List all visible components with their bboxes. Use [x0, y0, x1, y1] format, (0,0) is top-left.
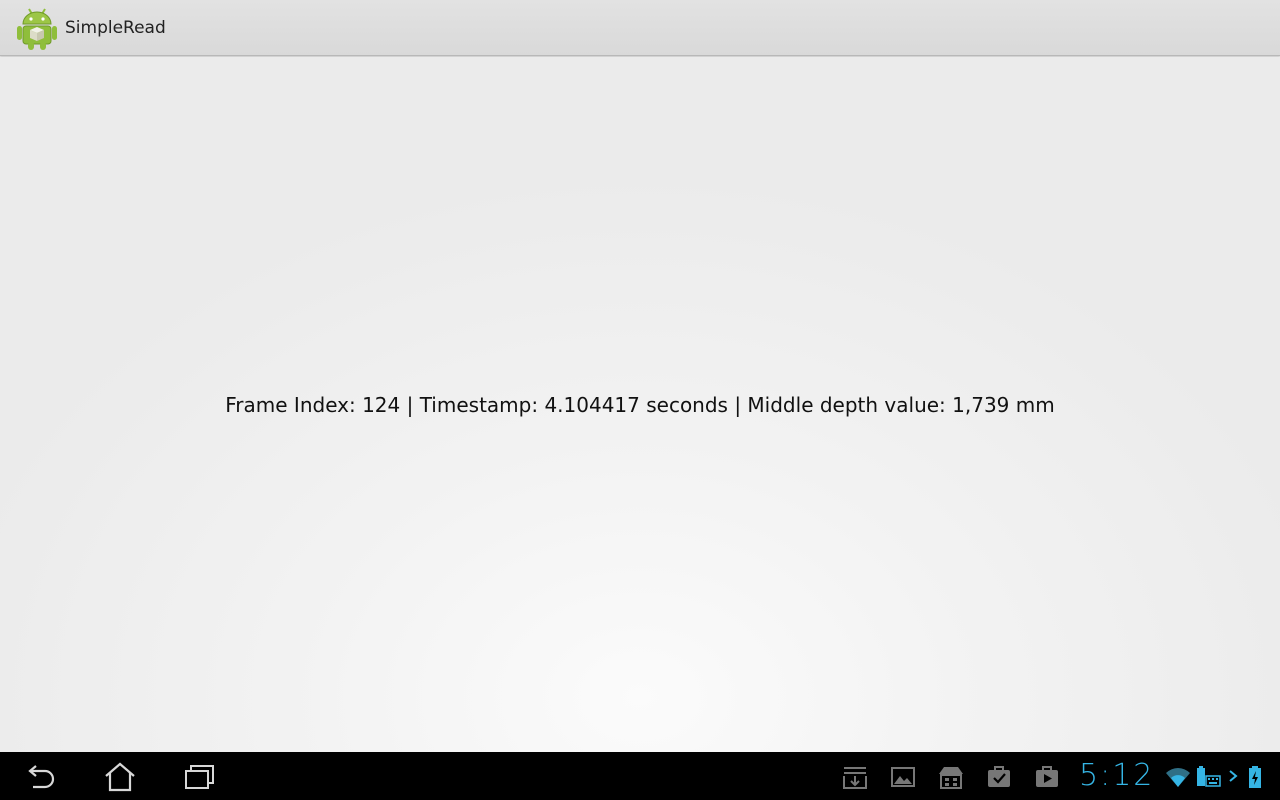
wifi-icon[interactable] [1165, 764, 1191, 790]
app-title: SimpleRead [65, 18, 166, 38]
store-icon[interactable] [937, 764, 965, 790]
action-bar: SimpleRead [0, 0, 1280, 56]
play-store-icon[interactable] [1033, 764, 1061, 790]
home-button[interactable] [96, 760, 144, 794]
recent-apps-button[interactable] [176, 760, 224, 794]
depth-status-text: Frame Index: 124 | Timestamp: 4.104417 s… [225, 393, 1055, 417]
clock[interactable]: 5:12 [1079, 758, 1154, 794]
chevron-icon[interactable] [1227, 764, 1241, 790]
task-check-icon[interactable] [985, 764, 1013, 790]
back-button[interactable] [16, 760, 64, 794]
keyboard-battery-icon[interactable] [1195, 764, 1223, 790]
back-icon [28, 765, 55, 789]
recent-apps-icon [185, 765, 214, 789]
screen: SimpleRead Frame Index: 124 | Timestamp:… [0, 0, 1280, 800]
system-bar: 5:12 [0, 752, 1280, 800]
home-icon [105, 762, 135, 792]
download-icon[interactable] [841, 764, 869, 790]
android-robot-icon[interactable] [17, 6, 57, 50]
gallery-icon[interactable] [889, 764, 917, 790]
charging-battery-icon[interactable] [1246, 764, 1264, 790]
main-content: Frame Index: 124 | Timestamp: 4.104417 s… [0, 57, 1280, 752]
